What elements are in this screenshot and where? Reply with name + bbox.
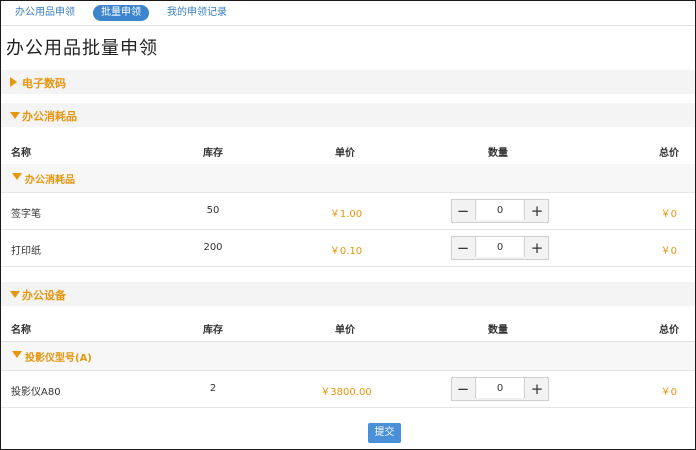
- subcategory-label: 投影仪型号(A): [25, 353, 92, 364]
- table-header: 名称 库存 单价 数量 总价: [1, 136, 695, 165]
- subcategory-projector-model[interactable]: 投影仪型号(A): [1, 342, 695, 371]
- item-stock: 2: [209, 383, 217, 394]
- item-name: 签字笔: [11, 209, 41, 220]
- tab-bar: 办公用品申领 批量申领 我的申领记录: [1, 1, 695, 26]
- quantity-input[interactable]: [475, 237, 525, 257]
- col-stock: 库存: [203, 148, 223, 159]
- expand-right-icon: [10, 77, 17, 87]
- tab-my-request-records[interactable]: 我的申领记录: [161, 5, 233, 21]
- tab-batch-request[interactable]: 批量申领: [93, 5, 149, 21]
- item-name: 投影仪A80: [11, 387, 61, 398]
- item-price: ￥0.10: [329, 246, 363, 257]
- quantity-input[interactable]: [475, 378, 525, 398]
- app-window: 办公用品申领 批量申领 我的申领记录 办公用品批量申领 电子数码 办公消耗品 名…: [0, 0, 696, 450]
- collapse-down-icon: [10, 291, 20, 298]
- quantity-stepper: − +: [451, 236, 549, 260]
- col-total: 总价: [659, 325, 679, 336]
- table-row: 投影仪A80 2 ￥3800.00 − + ￥0: [1, 371, 695, 408]
- tab-office-supply-request[interactable]: 办公用品申领: [9, 5, 81, 21]
- increment-button[interactable]: +: [526, 237, 548, 259]
- subcategory-label: 办公消耗品: [25, 175, 75, 186]
- subcategory-consumables[interactable]: 办公消耗品: [1, 164, 695, 193]
- section-label: 办公设备: [22, 289, 66, 302]
- col-total: 总价: [659, 148, 679, 159]
- quantity-stepper: − +: [451, 199, 549, 223]
- col-name: 名称: [11, 325, 31, 336]
- section-label: 电子数码: [22, 77, 66, 90]
- item-price: ￥1.00: [329, 209, 363, 220]
- section-label: 办公消耗品: [22, 110, 77, 123]
- table-row: 签字笔 50 ￥1.00 − + ￥0: [1, 193, 695, 230]
- item-total: ￥0: [660, 246, 677, 257]
- decrement-button[interactable]: −: [452, 378, 474, 400]
- item-total: ￥0: [660, 209, 677, 220]
- col-price: 单价: [335, 325, 355, 336]
- col-qty: 数量: [488, 325, 508, 336]
- increment-button[interactable]: +: [526, 200, 548, 222]
- quantity-input[interactable]: [475, 200, 525, 220]
- item-name: 打印纸: [11, 246, 41, 257]
- increment-button[interactable]: +: [526, 378, 548, 400]
- item-price: ￥3800.00: [320, 387, 372, 398]
- col-qty: 数量: [488, 148, 508, 159]
- collapse-down-icon: [12, 173, 22, 180]
- decrement-button[interactable]: −: [452, 237, 474, 259]
- section-consumables[interactable]: 办公消耗品: [1, 103, 695, 127]
- item-total: ￥0: [660, 387, 677, 398]
- page-title: 办公用品批量申领: [6, 38, 158, 59]
- collapse-down-icon: [10, 112, 20, 119]
- section-electronics[interactable]: 电子数码: [1, 70, 695, 94]
- quantity-stepper: − +: [451, 377, 549, 401]
- col-stock: 库存: [203, 325, 223, 336]
- collapse-down-icon: [12, 351, 22, 358]
- section-office-equipment[interactable]: 办公设备: [1, 282, 695, 306]
- item-stock: 50: [206, 205, 220, 216]
- decrement-button[interactable]: −: [452, 200, 474, 222]
- table-header: 名称 库存 单价 数量 总价: [1, 313, 695, 342]
- item-stock: 200: [203, 242, 223, 253]
- col-name: 名称: [11, 148, 31, 159]
- submit-button[interactable]: 提交: [368, 423, 401, 443]
- table-row: 打印纸 200 ￥0.10 − + ￥0: [1, 230, 695, 267]
- col-price: 单价: [335, 148, 355, 159]
